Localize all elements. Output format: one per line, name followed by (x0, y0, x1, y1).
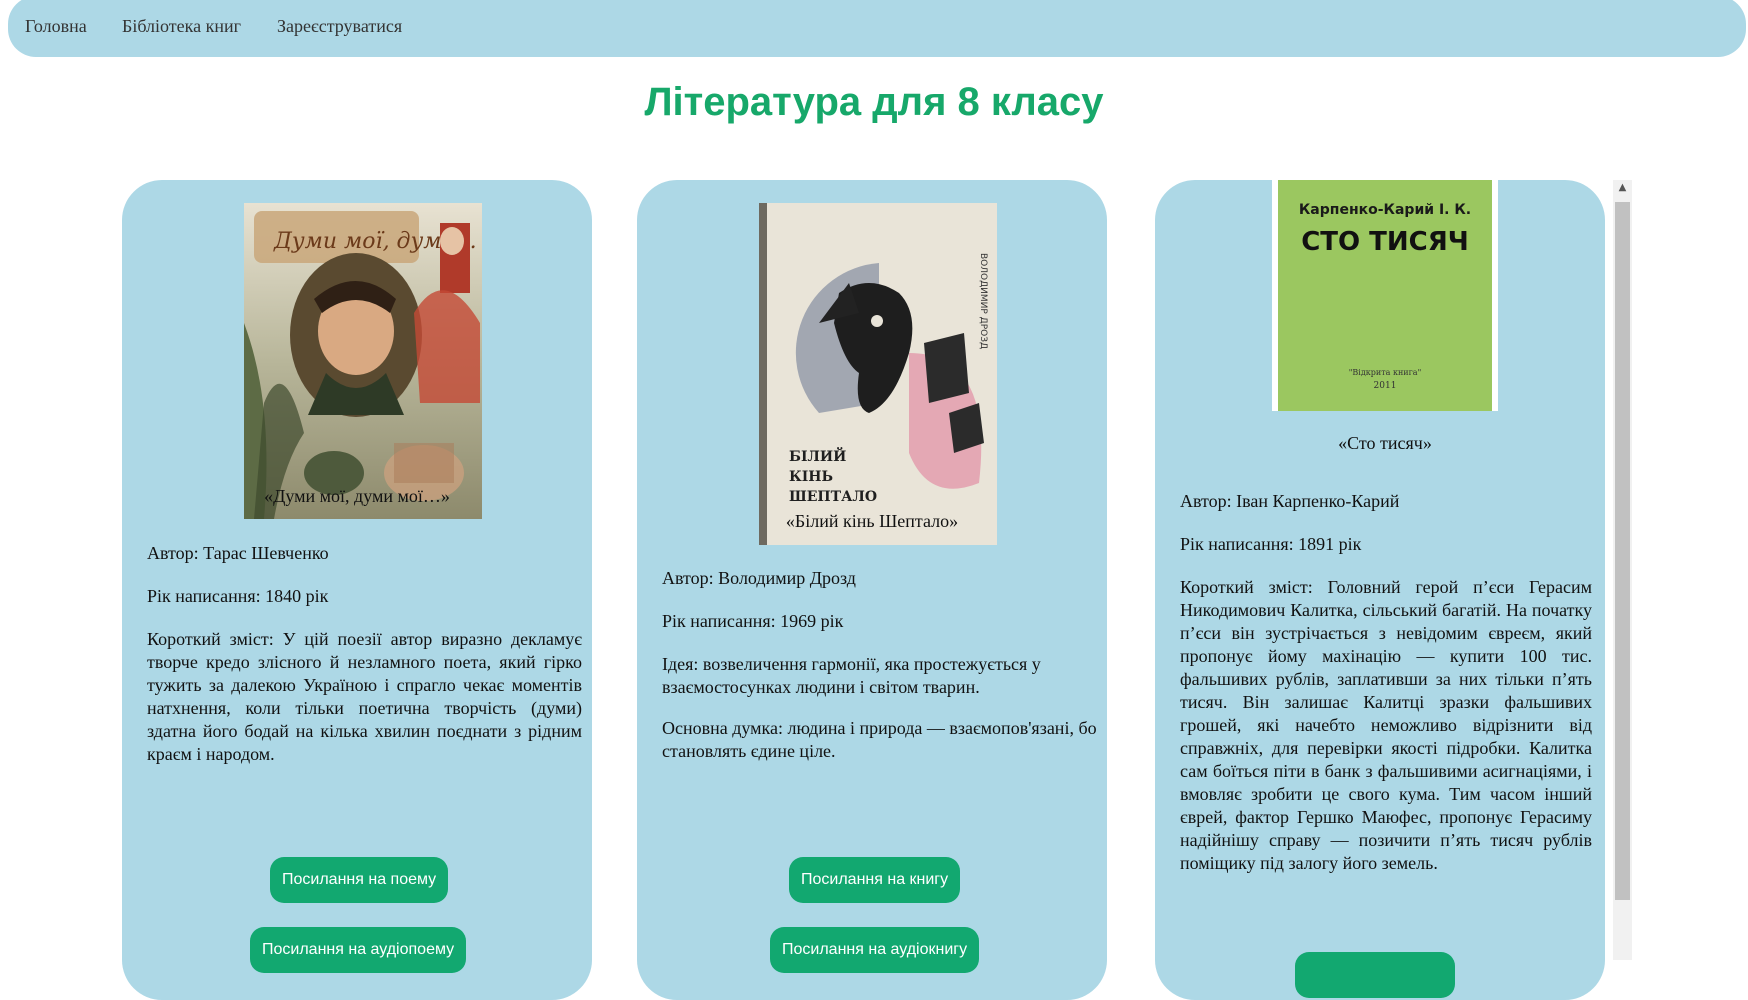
cover-author-sto: Карпенко-Карий І. К. (1299, 202, 1471, 218)
audio-poem-link-button[interactable]: Посилання на аудіопоему (250, 927, 467, 973)
scroll-up-icon[interactable]: ▲ (1613, 182, 1632, 198)
book-title: «Сто тисяч» (1338, 433, 1432, 453)
book-year: Рік написання: 1840 рік (147, 586, 329, 606)
cards-scrollbar[interactable]: ▲ (1613, 180, 1632, 960)
book-cover-sheptalo[interactable]: БІЛИЙ КІНЬ ШЕПТАЛО ВОЛОДИМИР ДРОЗД (759, 203, 997, 545)
book-author: Автор: Тарас Шевченко (147, 543, 329, 563)
cover-publisher-sto: "Відкрита книга" (1349, 368, 1422, 377)
cover-author-shep: ВОЛОДИМИР ДРОЗД (978, 253, 988, 349)
book-summary: Короткий зміст: Головний герой п’єси Гер… (1180, 577, 1592, 873)
top-navbar: Головна Бібліотека книг Зареєструватися (8, 0, 1746, 57)
book-title: «Думи мої, думи мої…» (264, 486, 450, 506)
nav-home-link[interactable]: Головна (25, 16, 87, 37)
book-card-dumy: Думи мої, думи... «Думи мої, думи мої…» … (122, 180, 592, 1000)
audiobook-link-button[interactable]: Посилання на аудіокнигу (770, 927, 980, 973)
book-card-sto-tysiach: Карпенко-Карий І. К. СТО ТИСЯЧ "Відкрита… (1155, 180, 1605, 1000)
book-author: Автор: Володимир Дрозд (662, 568, 856, 588)
cover-year-sto: 2011 (1374, 381, 1397, 391)
book-year: Рік написання: 1891 рік (1180, 534, 1362, 554)
book-link-button[interactable]: Посилання на книгу (789, 857, 961, 903)
page-title: Література для 8 класу (644, 80, 1104, 124)
nav-register-link[interactable]: Зареєструватися (277, 16, 402, 37)
cover-title-shep-1: БІЛИЙ (789, 446, 846, 465)
cover-title-shep-3: ШЕПТАЛО (789, 489, 877, 505)
book-cover-sto-tysiach[interactable]: Карпенко-Карий І. К. СТО ТИСЯЧ "Відкрита… (1272, 180, 1498, 411)
book-year: Рік написання: 1969 рік (662, 611, 844, 631)
poem-link-button[interactable]: Посилання на поему (270, 857, 449, 903)
book-author: Автор: Іван Карпенко-Карий (1180, 491, 1400, 511)
book-cover-dumy[interactable]: Думи мої, думи... (244, 203, 482, 519)
book-summary: Короткий зміст: У цій поезії автор вираз… (147, 629, 582, 764)
book-link-button-partial[interactable] (1295, 952, 1455, 998)
book-idea: Ідея: возвеличення гармонії, яка простеж… (662, 654, 1041, 697)
scrollbar-thumb[interactable] (1615, 202, 1630, 900)
book-card-sheptalo: БІЛИЙ КІНЬ ШЕПТАЛО ВОЛОДИМИР ДРОЗД «Біли… (637, 180, 1107, 1000)
cover-title-sto: СТО ТИСЯЧ (1301, 227, 1469, 257)
cover-title-shep-2: КІНЬ (789, 469, 833, 485)
book-main-thought: Основна думка: людина і природа — взаємо… (662, 718, 1097, 761)
nav-library-link[interactable]: Бібліотека книг (122, 16, 241, 37)
book-title: «Білий кінь Шептало» (785, 511, 959, 531)
